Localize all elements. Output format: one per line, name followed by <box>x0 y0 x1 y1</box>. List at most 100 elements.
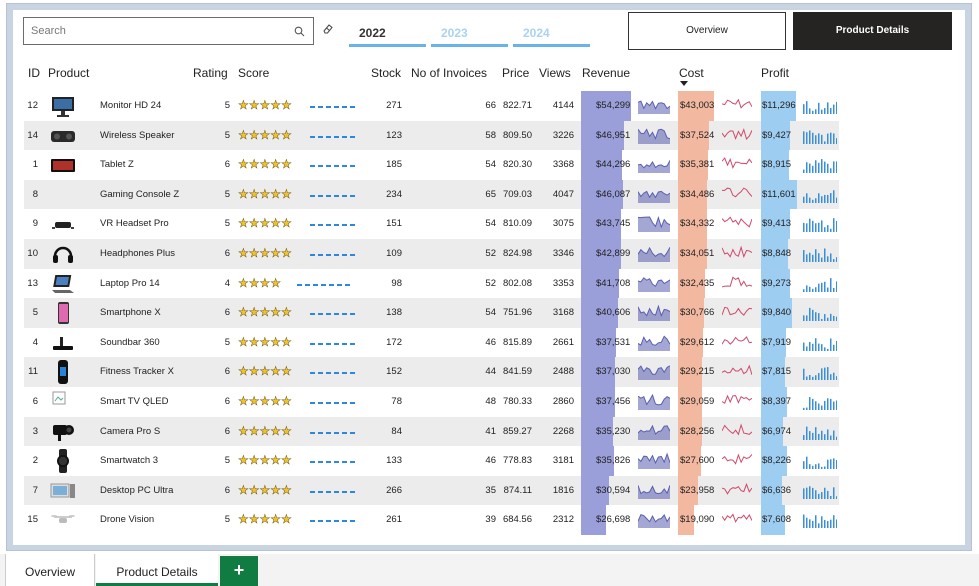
year-filter-2022[interactable]: 2022 <box>349 26 426 47</box>
product-image <box>52 391 66 405</box>
table-row[interactable]: 3 Camera Pro S 6 ★★★★★ 84 41 859.27 2268… <box>24 416 839 447</box>
cell-rating: 4 <box>224 277 230 289</box>
cell-rating: 6 <box>224 484 230 496</box>
cell-stock: 234 <box>386 188 402 200</box>
cell-id: 15 <box>27 514 38 526</box>
search-icon[interactable] <box>294 26 305 37</box>
table-row[interactable]: 5 Smartphone X 6 ★★★★★ 138 54 751.96 316… <box>24 298 839 328</box>
cell-rating: 6 <box>224 248 230 259</box>
score-dots-icon <box>310 461 358 464</box>
product-image <box>51 159 75 173</box>
table-row[interactable]: 7 Desktop PC Ultra 6 ★★★★★ 266 35 874.11… <box>24 475 839 506</box>
cell-views: 3168 <box>552 307 574 319</box>
cell-cost: $34,332 <box>680 218 715 230</box>
star-rating-icon: ★★★★★ <box>238 127 292 142</box>
column-header-views[interactable]: Views <box>539 66 571 80</box>
product-table: ID Product Rating Score Stock No of Invo… <box>21 58 942 535</box>
table-row[interactable]: 15 Drone Vision 5 ★★★★★ 261 39 684.56 23… <box>24 505 839 535</box>
column-header-price[interactable]: Price <box>502 66 529 80</box>
score-dots-icon <box>310 135 358 138</box>
cost-sparkline <box>722 245 752 259</box>
profit-sparkline <box>803 514 837 529</box>
cell-product: Monitor HD 24 <box>100 100 162 111</box>
cell-revenue: $42,899 <box>596 248 631 259</box>
cell-price: 820.30 <box>502 159 532 171</box>
column-header-profit[interactable]: Profit <box>761 66 789 80</box>
table-row[interactable]: 2 Smartwatch 3 5 ★★★★★ 133 46 778.83 318… <box>24 446 839 476</box>
cell-cost: $23,958 <box>680 484 715 496</box>
cell-cost: $34,486 <box>680 188 715 200</box>
sheet-tab-overview[interactable]: Overview <box>5 554 95 586</box>
cell-cost: $28,256 <box>680 425 715 437</box>
sheet-tab-product-details[interactable]: Product Details <box>96 554 218 586</box>
cell-revenue: $35,826 <box>596 455 631 467</box>
column-header-product[interactable]: Product <box>48 66 89 80</box>
cell-views: 3353 <box>552 277 574 289</box>
cell-cost: $29,215 <box>680 366 715 378</box>
cell-profit: $9,413 <box>762 218 792 230</box>
column-header-id[interactable]: ID <box>28 66 40 80</box>
cell-views: 2268 <box>552 425 574 437</box>
cell-product: Smartwatch 3 <box>100 455 159 467</box>
table-row[interactable]: 11 Fitness Tracker X 6 ★★★★★ 152 44 841.… <box>24 357 839 387</box>
cell-profit: $7,815 <box>762 366 792 378</box>
column-header-revenue[interactable]: Revenue <box>582 66 630 80</box>
cell-rating: 6 <box>224 366 230 378</box>
star-rating-icon: ★★★★★ <box>238 482 292 497</box>
product-image <box>53 246 73 263</box>
cost-sparkline <box>722 453 752 465</box>
star-rating-icon: ★★★★★ <box>238 453 292 468</box>
table-row[interactable]: 14 Wireless Speaker 5 ★★★★★ 123 58 809.5… <box>24 120 839 151</box>
overview-button[interactable]: Overview <box>628 12 786 50</box>
cost-sparkline <box>722 364 752 376</box>
table-row[interactable]: 6 Smart TV QLED 6 ★★★★★ 78 48 780.33 286… <box>24 387 839 417</box>
cell-rating: 5 <box>224 188 230 200</box>
score-dots-icon <box>310 165 358 168</box>
cell-stock: 271 <box>386 100 402 111</box>
cell-invoices: 46 <box>485 455 496 467</box>
column-header-cost[interactable]: Cost <box>679 66 704 80</box>
cell-profit: $8,848 <box>762 248 792 259</box>
profit-sparkline <box>803 456 837 470</box>
star-rating-icon: ★★★★★ <box>238 394 292 408</box>
column-header-rating[interactable]: Rating <box>193 66 228 80</box>
cell-price: 780.33 <box>502 396 532 407</box>
column-header-score[interactable]: Score <box>238 66 269 80</box>
star-rating-icon: ★★★★★ <box>238 186 292 201</box>
cell-cost: $30,766 <box>680 307 715 319</box>
table-row[interactable]: 9 VR Headset Pro 5 ★★★★★ 151 54 810.09 3… <box>24 209 839 239</box>
cell-profit: $9,427 <box>762 129 792 141</box>
cell-invoices: 46 <box>485 336 496 348</box>
search-box[interactable]: Search <box>23 17 314 45</box>
star-rating-icon: ★★★★★ <box>238 157 292 172</box>
year-filter-2023[interactable]: 2023 <box>431 26 508 47</box>
cell-stock: 109 <box>386 248 402 259</box>
cell-revenue: $40,606 <box>596 307 631 319</box>
cell-invoices: 52 <box>485 277 496 289</box>
cell-views: 4047 <box>552 188 574 200</box>
table-row[interactable]: 12 Monitor HD 24 5 ★★★★★ 271 66 822.71 4… <box>24 91 839 121</box>
table-row[interactable]: 13 Laptop Pro 14 4 ★★★★ 98 52 802.08 335… <box>24 268 839 299</box>
cell-product: Fitness Tracker X <box>100 366 174 378</box>
product-image <box>53 336 73 350</box>
column-header-invoices[interactable]: No of Invoices <box>411 66 487 80</box>
cell-profit: $7,919 <box>762 336 792 348</box>
table-row[interactable]: 10 Headphones Plus 6 ★★★★★ 109 52 824.98… <box>24 239 839 269</box>
column-header-stock[interactable]: Stock <box>371 66 401 80</box>
table-row[interactable]: 8 Gaming Console Z 5 ★★★★★ 234 65 709.03… <box>24 179 839 210</box>
profit-sparkline <box>803 101 837 114</box>
add-sheet-button[interactable]: + <box>220 556 258 586</box>
eraser-icon[interactable] <box>322 23 334 35</box>
profit-sparkline <box>803 277 837 292</box>
table-row[interactable]: 4 Soundbar 360 5 ★★★★★ 172 46 815.89 266… <box>24 327 839 358</box>
revenue-sparkline <box>638 160 670 174</box>
product-image <box>51 515 75 524</box>
score-dots-icon <box>310 254 358 256</box>
search-input[interactable]: Search <box>31 25 66 37</box>
product-image <box>53 424 74 441</box>
product-details-button[interactable]: Product Details <box>793 12 952 50</box>
cell-views: 2860 <box>552 396 574 407</box>
table-row[interactable]: 1 Tablet Z 6 ★★★★★ 185 54 820.30 3368 $4… <box>24 150 839 180</box>
year-filter-2024[interactable]: 2024 <box>513 26 590 47</box>
cell-stock: 266 <box>386 484 402 496</box>
